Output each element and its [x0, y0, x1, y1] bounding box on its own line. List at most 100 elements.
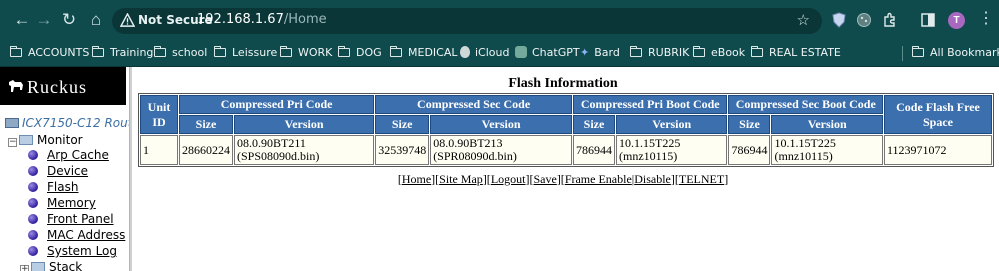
- bullet-icon: [28, 230, 38, 240]
- header-sec-code: Compressed Sec Code: [375, 95, 573, 114]
- expand-icon[interactable]: +: [20, 265, 29, 271]
- header-version: Version: [771, 115, 883, 134]
- bookmark-accounts[interactable]: ACCOUNTS: [10, 46, 89, 62]
- bookmark-work[interactable]: WORK: [280, 46, 332, 62]
- cell-free-space: 1123971072: [884, 135, 992, 165]
- link-save[interactable]: Save: [533, 172, 556, 186]
- stack-label: Stack: [49, 260, 83, 271]
- cell-pri-version: 08.0.90BT211 (SPS08090d.bin): [234, 135, 375, 165]
- bookmark-real-estate[interactable]: REAL ESTATE: [751, 46, 841, 62]
- sidebar-item-arp-cache[interactable]: Arp Cache: [28, 147, 109, 163]
- bullet-icon: [28, 246, 38, 256]
- bookmark-label: RUBRIK: [648, 46, 690, 59]
- header-size: Size: [179, 115, 233, 134]
- logo-text: Ruckus: [27, 77, 87, 97]
- bookmark-label: school: [172, 46, 208, 59]
- bookmark-label: eBook: [711, 46, 746, 59]
- bullet-icon: [28, 150, 38, 160]
- header-free-space: Code Flash Free Space: [884, 95, 992, 134]
- shield-extension-icon[interactable]: [831, 12, 847, 28]
- folder-icon: [751, 46, 763, 57]
- link-site-map[interactable]: Site Map: [439, 172, 483, 186]
- back-arrow-icon[interactable]: ←: [12, 10, 32, 30]
- sidebar-link[interactable]: MAC Address: [47, 228, 125, 242]
- bookmark-training[interactable]: Training: [92, 46, 153, 62]
- sidebar-link[interactable]: System Log: [47, 244, 117, 258]
- bookmark-rubrik[interactable]: RUBRIK: [630, 46, 689, 62]
- tree-device-node[interactable]: ICX7150-C12 Router: [5, 116, 129, 130]
- profile-avatar[interactable]: T: [948, 12, 965, 29]
- folder-icon: [154, 46, 166, 57]
- sidebar-link[interactable]: Flash: [47, 180, 78, 194]
- all-bookmarks[interactable]: All Bookmarks: [912, 46, 999, 62]
- cell-pri-boot-size: 786944: [573, 135, 616, 165]
- navigation-frame: Ruckus ICX7150-C12 Router − Monitor Arp C…: [0, 67, 130, 271]
- frame-splitter[interactable]: [130, 67, 132, 271]
- sidebar-link[interactable]: Arp Cache: [47, 148, 109, 162]
- sidebar-link[interactable]: Front Panel: [47, 212, 114, 226]
- cell-sec-boot-version: 10.1.15T225 (mnz10115): [771, 135, 883, 165]
- bookmark-label: MEDICAL: [408, 46, 458, 59]
- bookmark-star-icon[interactable]: ☆: [797, 11, 810, 29]
- cookie-extension-icon[interactable]: [856, 12, 872, 28]
- bullet-icon: [28, 198, 38, 208]
- tree-stack-node[interactable]: + Stack: [20, 260, 82, 271]
- more-menu-icon[interactable]: ⋮: [978, 9, 994, 29]
- sidebar-item-memory[interactable]: Memory: [28, 195, 96, 211]
- home-icon[interactable]: ⌂: [86, 10, 106, 30]
- cell-sec-boot-size: 786944: [728, 135, 771, 165]
- link-telnet[interactable]: TELNET: [679, 172, 724, 186]
- tree-monitor-node[interactable]: − Monitor: [8, 133, 83, 147]
- link-logout[interactable]: Logout: [491, 172, 526, 186]
- dog-logo-icon: [9, 80, 23, 92]
- address-bar[interactable]: Not Secure 192.168.1.67/Home ☆: [112, 8, 822, 34]
- sidebar-link[interactable]: Device: [47, 164, 88, 178]
- folder-icon: [19, 135, 33, 145]
- bookmark-medical[interactable]: MEDICAL: [390, 46, 458, 62]
- url-text[interactable]: 192.168.1.67/Home: [197, 12, 327, 27]
- warning-icon[interactable]: [120, 13, 135, 28]
- ruckus-logo: Ruckus: [0, 67, 126, 105]
- folder-icon: [693, 46, 705, 57]
- cell-sec-version: 08.0.90BT213 (SPR08090d.bin): [430, 135, 573, 165]
- browser-toolbar: ← → ↻ ⌂ Not Secure 192.168.1.67/Home ☆ T…: [0, 0, 999, 40]
- bookmark-school[interactable]: school: [154, 46, 207, 62]
- bookmark-dog[interactable]: DOG: [338, 46, 382, 62]
- folder-icon: [214, 46, 226, 57]
- link-disable[interactable]: Disable: [634, 172, 671, 186]
- link-frame-enable[interactable]: Frame Enable: [565, 172, 632, 186]
- header-sec-boot: Compressed Sec Boot Code: [728, 95, 883, 114]
- side-panel-icon[interactable]: [920, 12, 936, 28]
- header-version: Version: [430, 115, 573, 134]
- reload-icon[interactable]: ↻: [59, 10, 79, 30]
- device-computer-icon: [5, 118, 19, 128]
- url-host: 192.168.1.67: [197, 12, 284, 27]
- collapse-icon[interactable]: −: [8, 138, 17, 147]
- bookmark-bard[interactable]: ✦ Bard: [580, 46, 620, 62]
- forward-arrow-icon[interactable]: →: [34, 10, 54, 30]
- bard-icon: ✦: [580, 46, 590, 59]
- header-pri-code: Compressed Pri Code: [179, 95, 375, 114]
- extensions-puzzle-icon[interactable]: [882, 12, 898, 28]
- bookmarks-bar: ACCOUNTS Training school Leissure WORK D…: [0, 40, 999, 67]
- sidebar-item-mac-address[interactable]: MAC Address: [28, 227, 125, 243]
- table-header-row: Unit ID Compressed Pri Code Compressed S…: [140, 95, 992, 134]
- sidebar-item-device[interactable]: Device: [28, 163, 88, 179]
- sidebar-link[interactable]: Memory: [47, 196, 96, 210]
- bookmark-ebook[interactable]: eBook: [693, 46, 745, 62]
- bookmark-leissure[interactable]: Leissure: [214, 46, 277, 62]
- cell-pri-boot-version: 10.1.15T225 (mnz10115): [616, 135, 728, 165]
- header-unit-id: Unit ID: [140, 95, 178, 134]
- sidebar-item-system-log[interactable]: System Log: [28, 243, 117, 259]
- header-version: Version: [234, 115, 375, 134]
- sidebar-item-flash[interactable]: Flash: [28, 179, 78, 195]
- footer-links: [Home][Site Map][Logout][Save][Frame Ena…: [397, 172, 729, 186]
- bullet-icon: [28, 182, 38, 192]
- folder-icon: [912, 46, 924, 57]
- bookmark-icloud[interactable]: iCloud: [460, 46, 509, 62]
- header-version: Version: [616, 115, 728, 134]
- sidebar-item-front-panel[interactable]: Front Panel: [28, 211, 114, 227]
- header-size: Size: [573, 115, 616, 134]
- link-home[interactable]: Home: [402, 172, 431, 186]
- bookmark-chatgpt[interactable]: ChatGPT: [515, 46, 580, 62]
